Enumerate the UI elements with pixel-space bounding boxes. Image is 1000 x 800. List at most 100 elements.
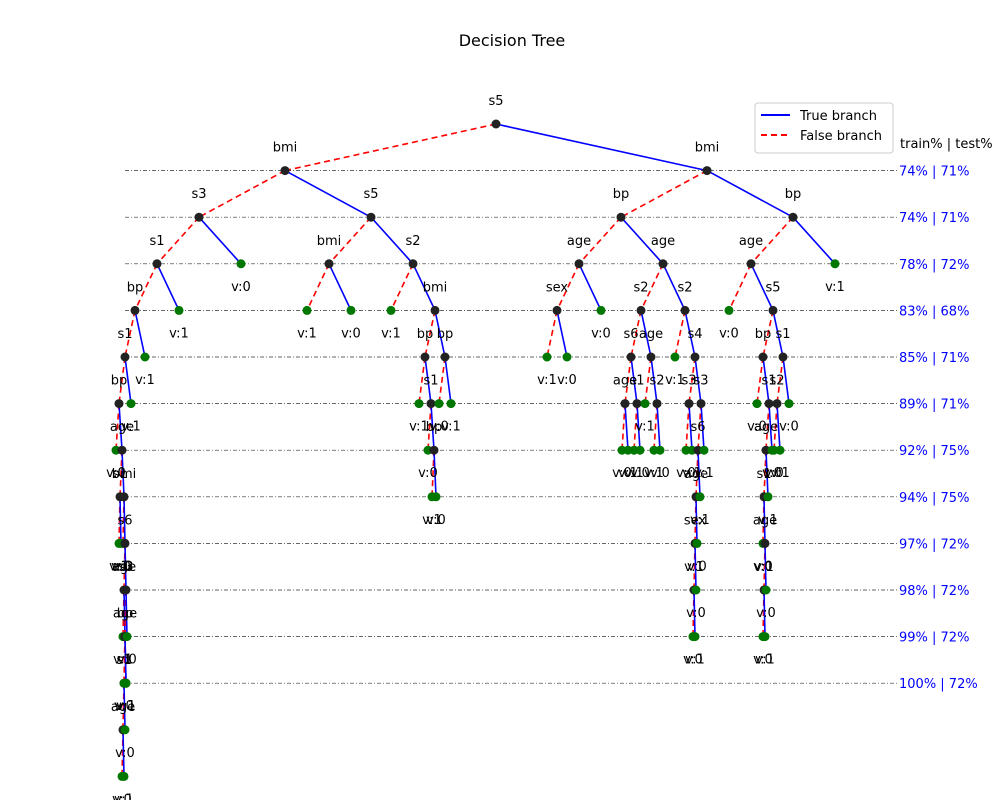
true-branch-edge	[578, 263, 602, 311]
split-feature-label: age	[567, 234, 591, 249]
split-feature-label: s2	[633, 280, 648, 295]
decision-node	[491, 119, 501, 129]
leaf-node	[760, 632, 770, 642]
split-feature-label: s5	[488, 94, 503, 109]
true-branch-edge	[444, 356, 452, 404]
decision-node	[652, 399, 662, 409]
leaf-value-label: v:1	[441, 420, 461, 435]
split-feature-label: s2	[649, 374, 664, 389]
decision-node	[429, 445, 439, 455]
decision-node	[616, 212, 626, 222]
leaf-node	[119, 771, 129, 781]
decision-node	[684, 399, 694, 409]
split-feature-label: bmi	[317, 234, 342, 249]
leaf-value-label: v:1	[114, 792, 134, 800]
decision-node	[658, 259, 668, 269]
decision-node	[574, 259, 584, 269]
split-feature-label: bp	[613, 187, 630, 202]
leaf-value-label: v:1	[169, 326, 189, 341]
decision-node	[636, 305, 646, 315]
leaf-node	[699, 445, 709, 455]
decision-node	[778, 352, 788, 362]
split-feature-label: s1	[117, 327, 132, 342]
decision-node	[117, 445, 127, 455]
decision-tree-figure: Decision Tree train% | test% 74% | 71% 74…	[106, 31, 992, 800]
leaf-value-label: v:1	[381, 326, 401, 341]
level-accuracy-label: 85% | 71%	[899, 351, 969, 366]
decision-node	[130, 305, 140, 315]
split-feature-label: bp	[437, 327, 454, 342]
decision-node	[119, 492, 129, 502]
split-feature-label: s6	[623, 327, 638, 342]
decision-node	[366, 212, 376, 222]
split-feature-label: age	[739, 234, 763, 249]
split-feature-label: s3	[693, 374, 708, 389]
decision-node	[430, 305, 440, 315]
leaf-node	[236, 259, 246, 269]
true-branch-edge	[495, 123, 708, 172]
split-feature-label: bmi	[112, 467, 137, 482]
split-feature-label: s2	[677, 280, 692, 295]
leaf-value-label: v:0	[117, 653, 137, 668]
decision-node	[552, 305, 562, 315]
tree-edges	[115, 123, 836, 777]
decision-node	[646, 352, 656, 362]
leaf-node	[830, 259, 840, 269]
tree-node-labels: v:0 v:1 v:0 s1 v:0 v:1 v:0 v:1 age v:0 s1 v:1 bp age v…	[106, 94, 845, 800]
true-branch-edge	[198, 216, 242, 265]
leaf-value-label: v:1	[121, 420, 141, 435]
split-feature-label: s1	[149, 234, 164, 249]
leaf-value-label: v:1	[758, 513, 778, 528]
decision-node	[772, 399, 782, 409]
decision-node	[788, 212, 798, 222]
split-feature-label: bmi	[273, 141, 298, 156]
split-feature-label: bp	[111, 374, 128, 389]
decision-node	[152, 259, 162, 269]
leaf-node	[414, 399, 424, 409]
false-branch-edge	[546, 310, 558, 358]
true-branch-edge	[284, 169, 372, 218]
split-feature-label: s1	[629, 374, 644, 389]
leaf-value-label: v:0	[557, 373, 577, 388]
true-branch-edge	[556, 310, 568, 358]
leaf-node	[122, 632, 132, 642]
leaf-node	[434, 399, 444, 409]
leaf-node	[121, 678, 131, 688]
split-feature-label: bp	[755, 327, 772, 342]
leaf-node	[784, 399, 794, 409]
decision-node	[680, 305, 690, 315]
split-feature-label: s5	[363, 187, 378, 202]
leaf-value-label: v:1	[690, 513, 710, 528]
decision-node	[626, 352, 636, 362]
leaf-value-label: v:0	[231, 280, 251, 295]
leaf-node	[763, 492, 773, 502]
split-feature-label: s3	[118, 560, 133, 575]
decision-node	[120, 352, 130, 362]
true-branch-edge	[328, 263, 352, 311]
leaf-value-label: v:1	[755, 653, 775, 668]
decision-node	[746, 259, 756, 269]
split-feature-label: s5	[765, 280, 780, 295]
split-feature-label: age	[113, 607, 137, 622]
leaf-node	[670, 352, 680, 362]
leaf-node	[386, 305, 396, 315]
leaf-node	[640, 399, 650, 409]
false-branch-edge	[198, 169, 286, 218]
decision-node	[420, 352, 430, 362]
leaf-node	[302, 305, 312, 315]
leaf-value-label: v:1	[770, 466, 790, 481]
leaf-value-label: v:0	[650, 466, 670, 481]
true-branch-edge	[624, 403, 629, 451]
false-branch-edge	[306, 263, 330, 311]
level-accuracy-label: 78% | 72%	[899, 258, 969, 273]
split-feature-label: bmi	[423, 280, 448, 295]
leaf-value-label: v:0	[591, 326, 611, 341]
decision-node	[120, 538, 130, 548]
legend-false-label: False branch	[800, 129, 882, 144]
split-feature-label: s4	[687, 327, 702, 342]
split-feature-label: bmi	[695, 141, 720, 156]
leaf-node	[692, 538, 702, 548]
leaf-node	[775, 445, 785, 455]
false-branch-edge	[674, 310, 686, 358]
decision-node	[280, 166, 290, 176]
